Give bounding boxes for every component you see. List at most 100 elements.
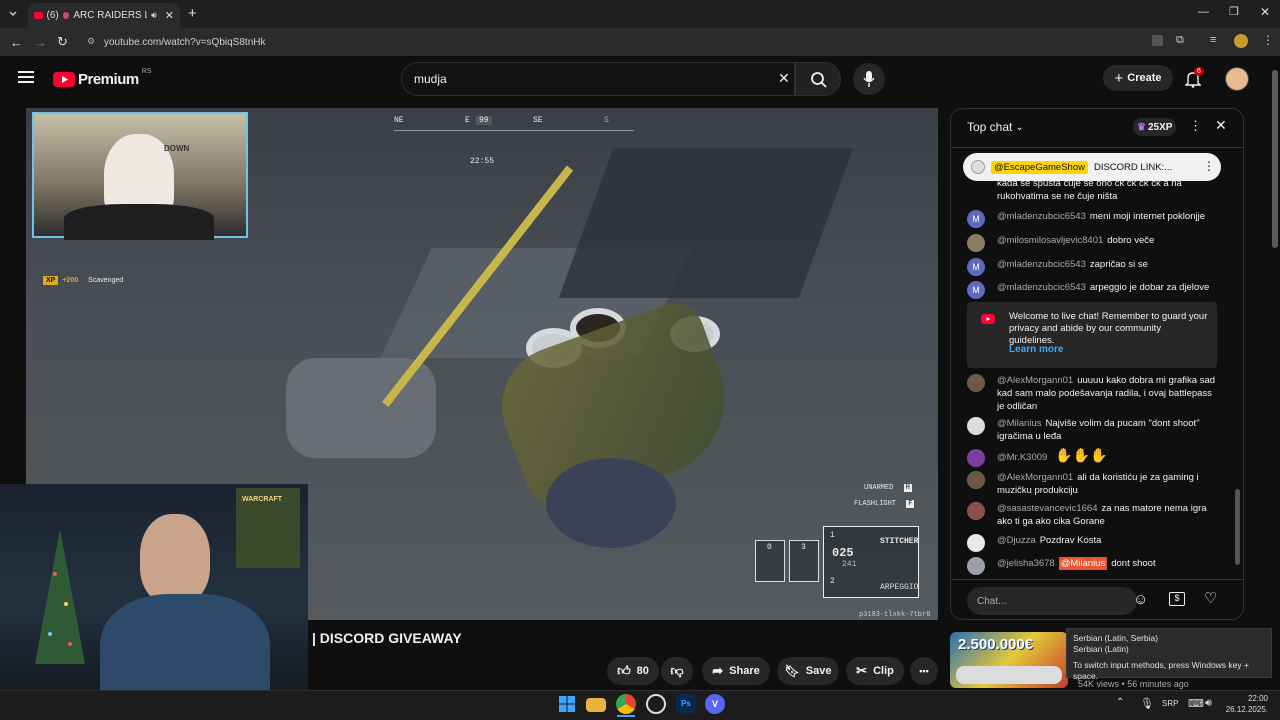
christmas-tree [30,524,90,674]
learn-more-link[interactable]: Learn more [1009,344,1063,356]
chair-logo: DOWN [164,144,190,153]
vpn-icon[interactable]: V [705,694,725,714]
thumbnail-text: 2.500.000€ [958,636,1034,653]
like-count: 80 [636,665,649,677]
video-title: | DISCORD GIVEAWAY [312,630,462,646]
save-button[interactable]: 🔖︎ Save [777,657,839,685]
chat-message: @Djuzza Pozdrav Kosta [967,534,1217,552]
quick-slot-3: 3 [789,540,819,582]
url-text: youtube.com/watch?v=sQbiqS8tnHk [104,36,266,48]
avatar [967,502,985,520]
car-shape [956,666,1062,684]
reading-list-icon[interactable]: ≡ [1210,34,1216,46]
forward-icon[interactable]: → [34,35,47,50]
hamburger-menu-icon[interactable] [18,70,34,84]
ammo-reserve: 241 [842,560,857,569]
search-input[interactable]: mudja ✕ [401,62,795,96]
back-icon[interactable]: ← [10,35,23,50]
chat-message: M @mladenzubcic6543 arpeggio je dobar za … [967,281,1217,299]
create-button[interactable]: + Create [1103,65,1173,91]
tab-search-icon[interactable] [8,8,18,18]
chat-mode-dropdown[interactable]: Top chat ⌄ [967,120,1024,134]
avatar [967,234,985,252]
tab-close-icon[interactable]: ✕ [165,9,174,22]
avatar: M [967,210,985,228]
recording-icon [62,12,70,19]
avatar: M [967,258,985,276]
microphone-icon [863,71,875,87]
emoji-icon[interactable]: ☺ [1133,591,1148,608]
welcome-banner: Welcome to live chat! Remember to guard … [967,302,1217,368]
guest-webcam: WARCRAFT [0,484,308,720]
pinned-avatar [971,160,985,174]
start-icon[interactable] [557,694,577,714]
compass-heading: 99 [476,116,492,125]
chat-scrollbar[interactable] [1235,489,1240,565]
more-actions-button[interactable]: ••• [910,657,938,685]
clip-button[interactable]: ✂ Clip [846,657,904,685]
pinned-menu-icon[interactable]: ⋮ [1203,159,1215,173]
avatar [967,534,985,552]
voice-search-button[interactable] [853,63,885,95]
pinned-message[interactable]: @EscapeGameShow DISCORD LINK:... ⋮ [963,153,1221,181]
restore-icon[interactable]: ❐ [1229,5,1239,18]
xp-badge[interactable]: ♛ 25XP [1133,118,1177,136]
building-shape [558,148,854,298]
youtube-logo[interactable]: Premium RS [53,68,151,88]
chat-input[interactable]: Chat... [967,587,1137,615]
suggested-video-thumbnail[interactable]: 2.500.000€ [950,632,1068,688]
tab-count: (6) [46,10,59,21]
volume-icon[interactable]: 🔊︎ [1205,697,1212,710]
extensions-puzzle-icon[interactable]: ⧉ [1176,34,1184,47]
profile-avatar[interactable] [1234,34,1248,48]
chat-message: @milosmilosavljevic8401 dobro veče [967,234,1217,252]
chat-menu-icon[interactable]: ⋮ [1189,118,1202,134]
browser-menu-icon[interactable]: ⋮ [1262,33,1274,47]
crown-icon: ♛ [1137,121,1146,133]
language-indicator[interactable]: SRP [1162,699,1178,708]
chevron-down-icon: ⌄ [1015,121,1024,133]
clock-date: 26.12.2025. [1225,705,1268,714]
minimize-icon[interactable]: — [1198,6,1209,18]
chat-message: @Milanius Najviše volim da pucam "dont sh… [967,417,1217,443]
new-tab-button[interactable]: + [188,5,197,22]
super-chat-icon[interactable]: $ [1169,592,1185,606]
browser-tab-bar: (6) ARC RAIDERS LIVE - 🔊︎ ✕ + — ❐ ✕ [0,0,1280,28]
address-bar[interactable]: ⚙︎ youtube.com/watch?v=sQbiqS8tnHk [80,31,1140,53]
dislike-button[interactable]: 👎︎ [661,657,693,685]
heart-icon[interactable]: ♡ [1204,589,1217,607]
tray-chevron-icon[interactable]: ⌃ [1116,697,1124,708]
reload-icon[interactable]: ↻ [57,34,68,50]
photoshop-icon[interactable]: Ps [676,694,696,714]
file-explorer-icon[interactable] [586,698,606,712]
youtube-play-icon [53,72,75,87]
search-button[interactable] [795,62,841,96]
browser-tab[interactable]: (6) ARC RAIDERS LIVE - 🔊︎ ✕ [28,3,180,28]
page-scrollbar[interactable] [1272,70,1278,248]
tray-mic-icon[interactable]: 🎙︎ [1140,697,1154,710]
obs-icon[interactable] [646,694,666,714]
windows-taskbar [0,690,1280,720]
close-chat-icon[interactable]: ✕ [1215,117,1227,134]
plus-icon: + [1114,69,1124,87]
avatar [967,471,985,489]
share-button[interactable]: ➦ Share [702,657,770,685]
window-close-icon[interactable]: ✕ [1260,5,1270,19]
chat-message: @AlexMorgann01 ali da koristiću je za gam… [967,471,1217,497]
avatar [967,417,985,435]
system-clock[interactable]: 22:00 26.12.2025. [1224,693,1268,715]
network-icon[interactable]: ⌨︎ [1188,697,1204,710]
chat-mode-label: Top chat [967,120,1013,134]
notifications-button[interactable]: 6 [1185,67,1204,88]
chrome-icon[interactable] [616,694,636,714]
extension-icon[interactable] [1152,35,1163,46]
site-info-icon[interactable]: ⚙︎ [87,36,95,47]
clear-search-icon[interactable]: ✕ [778,70,790,87]
chat-message: @Mr.K3009 ✋✋✋ [967,448,1217,467]
account-avatar[interactable] [1225,67,1249,91]
speaker-icon[interactable]: 🔊︎ [151,10,157,21]
create-label: Create [1127,72,1162,84]
like-button[interactable]: 👍︎ 80 [607,657,659,685]
weapon-name: STITCHER [880,537,919,546]
pinned-user: @EscapeGameShow [991,160,1088,174]
